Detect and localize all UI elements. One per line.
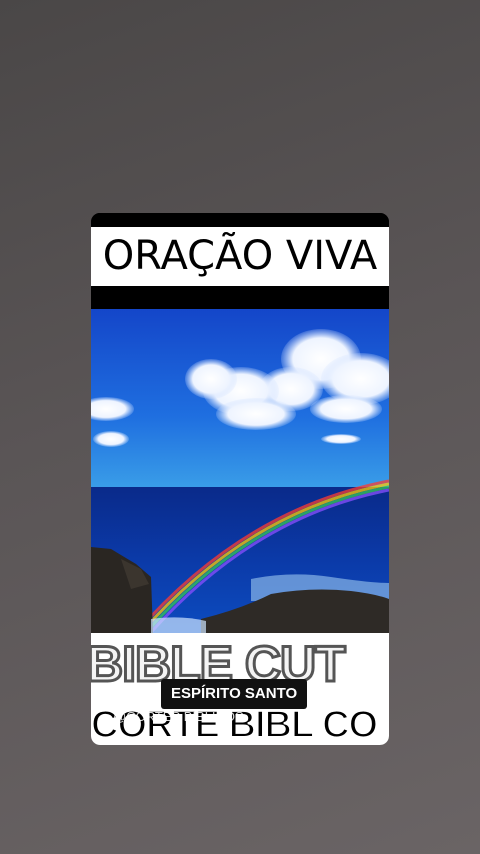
title-bar: ORAÇÃO VIVA <box>91 213 389 309</box>
caption-area: BIBLE CUT CORTE BIBL CO ESPÍRITO SANTO @… <box>91 633 389 745</box>
ocean-rainbow-image <box>91 309 389 633</box>
video-title: ORAÇÃO VIVA <box>91 227 389 285</box>
video-card[interactable]: ORAÇÃO VIVA BIBLE CUT CORTE BIBL CO ESPÍ… <box>91 213 389 745</box>
title-divider <box>91 283 389 286</box>
channel-handle: @CORTES BÍBLICOS <box>113 709 244 724</box>
subtitle-caption: ESPÍRITO SANTO <box>161 679 308 709</box>
video-frame <box>91 309 389 633</box>
